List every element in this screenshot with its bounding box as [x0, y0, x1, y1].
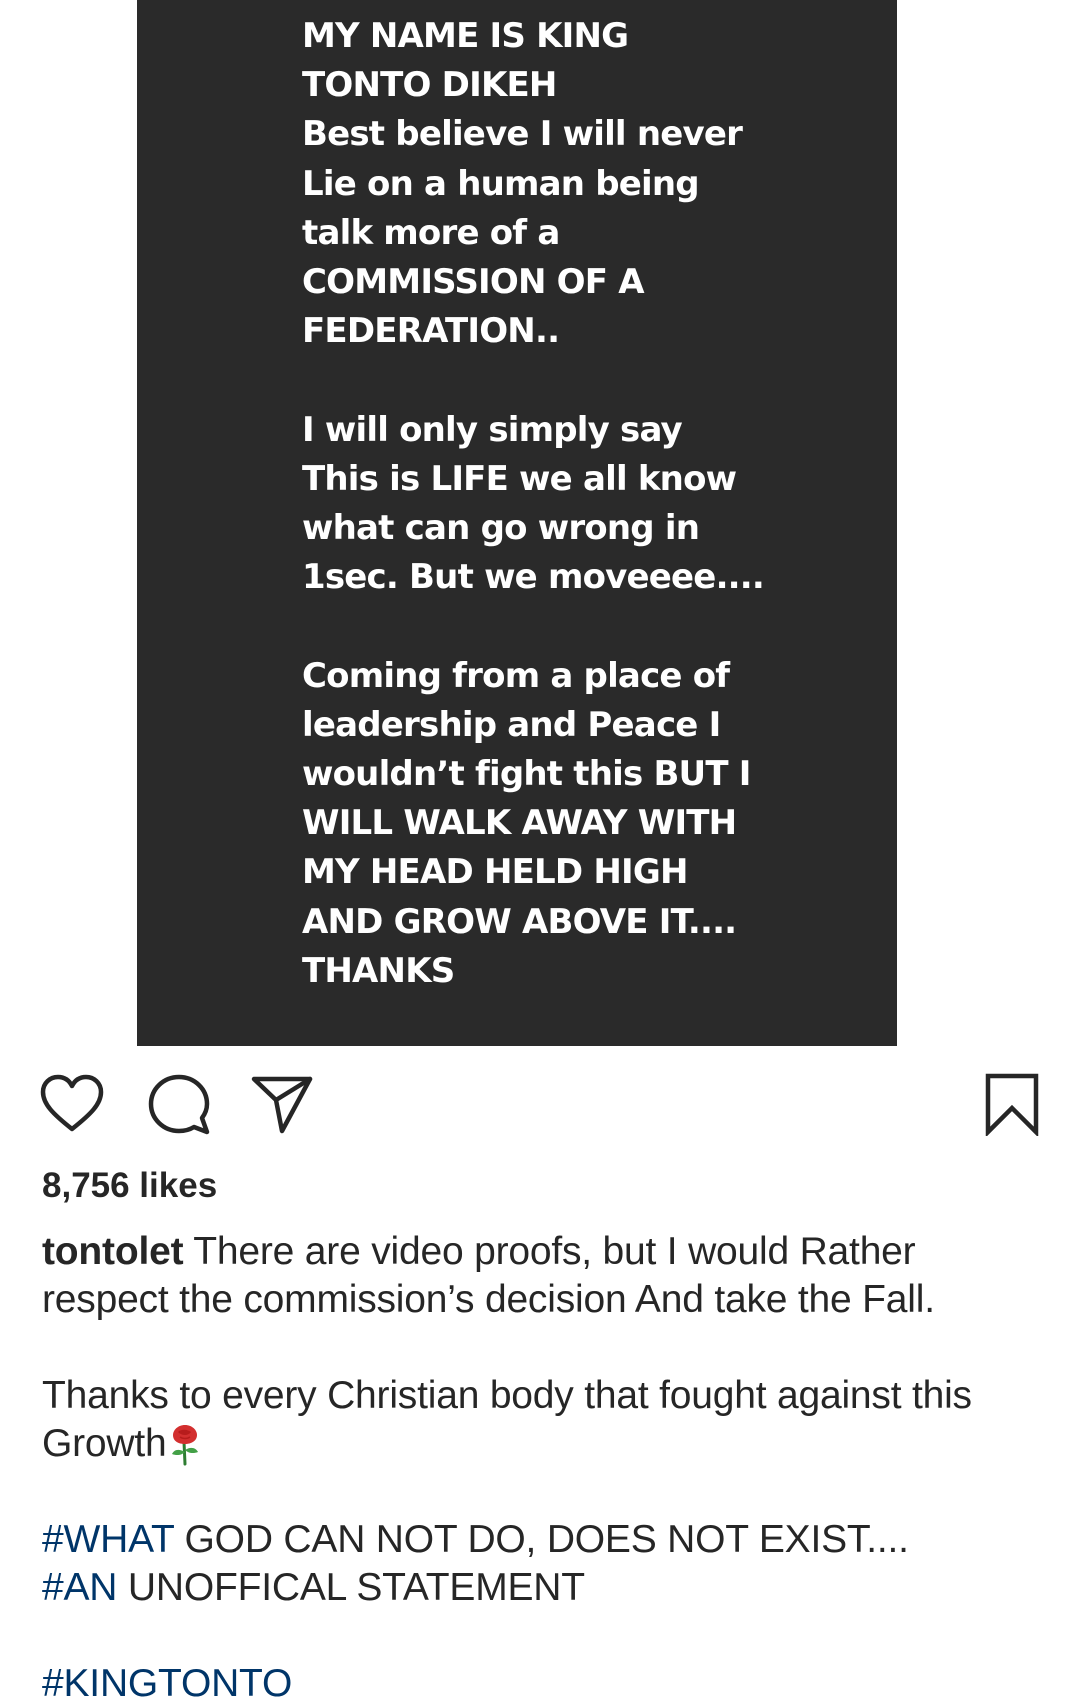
image-text-line: Coming from a place of	[302, 655, 730, 696]
rose-emoji	[171, 1425, 198, 1466]
image-text-line: This is LIFE we all know	[302, 458, 737, 499]
image-text-stanza-2: I will only simply say This is LIFE we a…	[302, 406, 862, 603]
image-text-line: FEDERATION..	[302, 311, 560, 352]
comment-button[interactable]	[143, 1068, 215, 1140]
image-text-line: leadership and Peace I	[302, 704, 721, 745]
image-text-line: MY HEAD HELD HIGH	[302, 852, 688, 893]
image-text-line: talk more of a	[302, 212, 560, 253]
post-image-text: MY NAME IS KING TONTO DIKEH Best believe…	[302, 12, 862, 996]
image-text-line: Best believe I will never	[302, 114, 743, 155]
likes-count[interactable]: 8,756 likes	[42, 1162, 217, 1210]
image-text-line: COMMISSION OF A	[302, 262, 645, 303]
image-text-stanza-1: MY NAME IS KING TONTO DIKEH Best believe…	[302, 12, 862, 356]
hashtag-link[interactable]: #AN	[42, 1566, 117, 1609]
image-text-stanza-3: Coming from a place of leadership and Pe…	[302, 652, 862, 996]
bookmark-icon	[985, 1073, 1039, 1136]
caption-username[interactable]: tontolet	[42, 1230, 184, 1273]
caption-text: GOD CAN NOT DO, DOES NOT EXIST....	[173, 1518, 909, 1561]
caption-paragraph: tontolet There are video proofs, but I w…	[42, 1228, 1052, 1324]
image-text-line: WILL WALK AWAY WITH	[302, 803, 737, 844]
image-text-line: MY NAME IS KING	[302, 16, 629, 56]
paper-plane-icon	[251, 1076, 313, 1134]
post-action-bar	[0, 1068, 1080, 1148]
caption-paragraph: #WHAT GOD CAN NOT DO, DOES NOT EXIST....	[42, 1516, 1052, 1564]
caption-text: UNOFFICAL STATEMENT	[117, 1566, 585, 1609]
heart-icon	[40, 1074, 104, 1132]
image-text-line: I will only simply say	[302, 409, 683, 450]
save-button[interactable]	[976, 1068, 1048, 1140]
image-text-line: AND GROW ABOVE IT....	[302, 901, 737, 942]
hashtag-link[interactable]: #WHAT	[42, 1518, 174, 1561]
post-caption: tontolet There are video proofs, but I w…	[42, 1228, 1052, 1708]
image-text-line: wouldn’t fight this BUT I	[302, 754, 751, 795]
image-text-line: THANKS	[302, 950, 455, 991]
caption-paragraph: #KINGTONTO	[42, 1660, 1052, 1708]
image-text-line: Lie on a human being	[302, 163, 700, 204]
caption-paragraph: Thanks to every Christian body that foug…	[42, 1372, 1052, 1468]
caption-paragraph: #AN UNOFFICAL STATEMENT	[42, 1564, 1052, 1612]
hashtag-link[interactable]: #KINGTONTO	[42, 1662, 292, 1705]
share-button[interactable]	[246, 1068, 318, 1140]
post-image[interactable]: MY NAME IS KING TONTO DIKEH Best believe…	[137, 0, 897, 1046]
comment-bubble-icon	[148, 1074, 210, 1135]
image-text-line: what can go wrong in	[302, 508, 700, 549]
image-text-line: TONTO DIKEH	[302, 65, 557, 106]
image-text-line: 1sec. But we moveeee....	[302, 557, 765, 598]
like-button[interactable]	[36, 1068, 108, 1140]
